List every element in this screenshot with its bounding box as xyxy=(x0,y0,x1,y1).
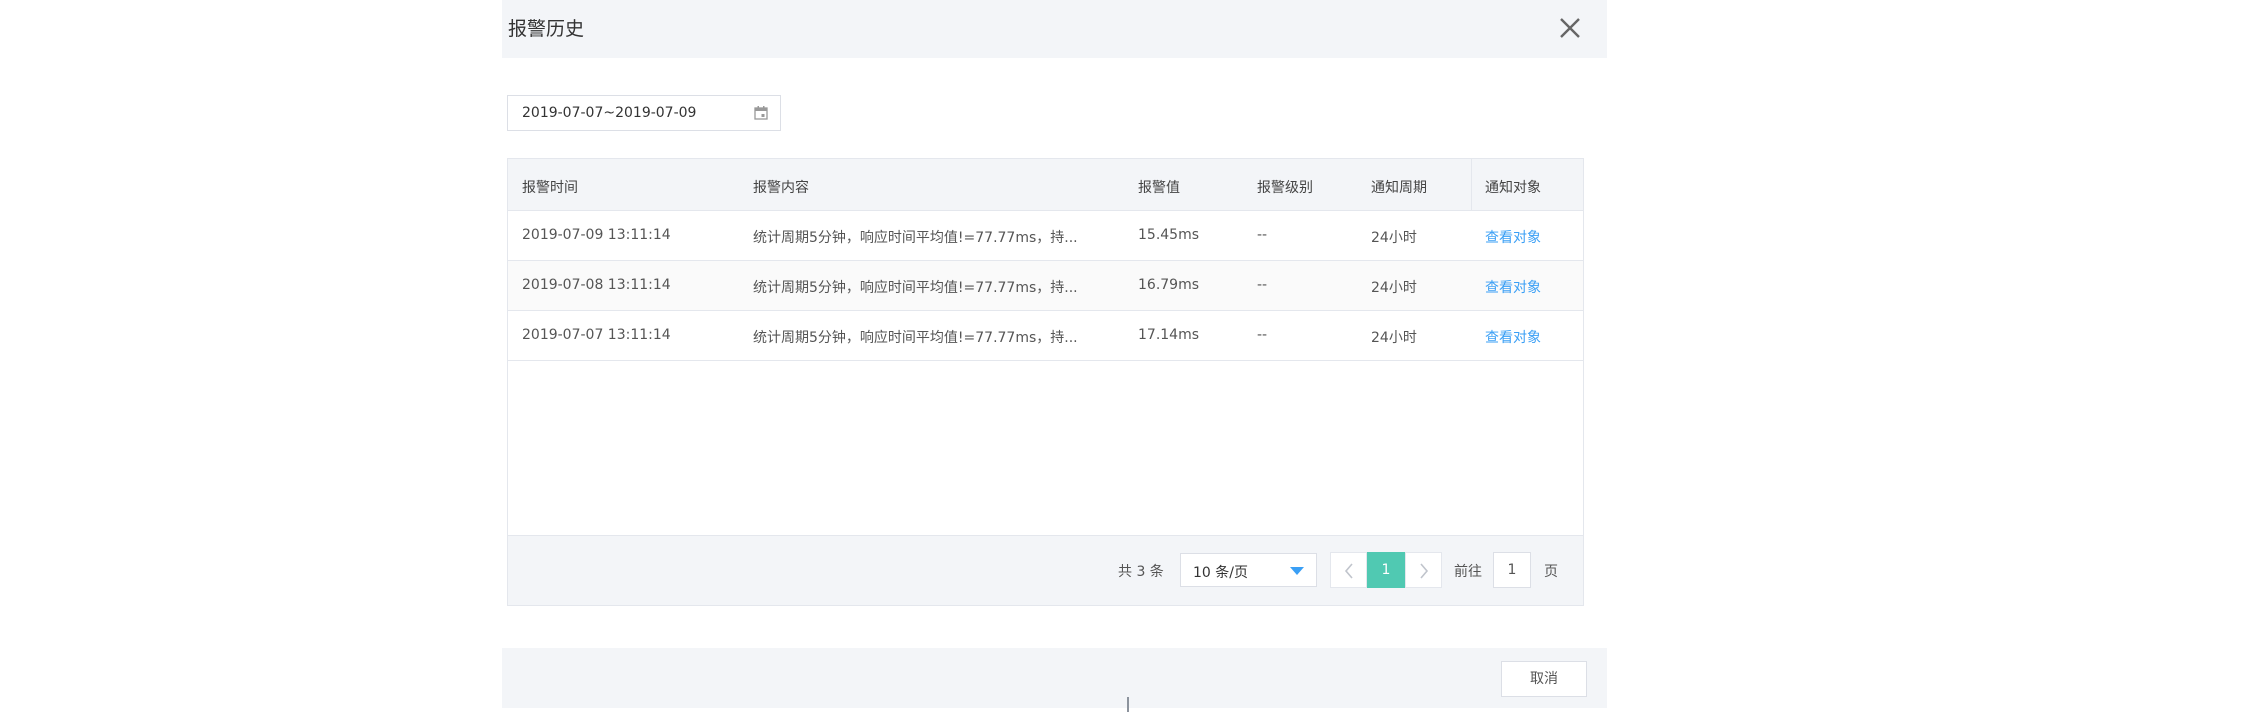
header-time: 报警时间 xyxy=(522,180,578,196)
header-level: 报警级别 xyxy=(1257,180,1313,196)
dialog-footer: 取消 xyxy=(502,648,1607,708)
chevron-right-icon xyxy=(1420,563,1429,579)
view-target-link[interactable]: 查看对象 xyxy=(1485,327,1541,347)
goto-page-input[interactable]: 1 xyxy=(1493,552,1531,588)
table-row: 2019-07-08 13:11:14 统计周期5分钟，响应时间平均值!=77.… xyxy=(508,261,1583,311)
view-target-link[interactable]: 查看对象 xyxy=(1485,277,1541,297)
cell-time: 2019-07-09 13:11:14 xyxy=(522,227,671,243)
table-row: 2019-07-09 13:11:14 统计周期5分钟，响应时间平均值!=77.… xyxy=(508,211,1583,261)
page-number-1[interactable]: 1 xyxy=(1367,552,1405,588)
cell-value: 16.79ms xyxy=(1138,277,1200,293)
next-page-button[interactable] xyxy=(1405,552,1442,588)
header-content: 报警内容 xyxy=(753,180,809,196)
alarm-history-dialog: 报警历史 2019-07-07~2019-07-09 报警时间 报警内容 报警值… xyxy=(502,0,1607,712)
table-row: 2019-07-07 13:11:14 统计周期5分钟，响应时间平均值!=77.… xyxy=(508,311,1583,361)
caret-down-icon xyxy=(1290,567,1304,575)
cell-value: 17.14ms xyxy=(1138,327,1200,343)
cell-period: 24小时 xyxy=(1371,230,1417,246)
bottom-divider xyxy=(1127,697,1129,712)
close-button[interactable] xyxy=(1557,15,1583,41)
cell-content: 统计周期5分钟，响应时间平均值!=77.77ms，持... xyxy=(753,280,1078,296)
cell-level: -- xyxy=(1257,227,1268,243)
cell-value: 15.45ms xyxy=(1138,227,1200,243)
cell-period: 24小时 xyxy=(1371,280,1417,296)
cell-level: -- xyxy=(1257,327,1268,343)
pagination: 共 3 条 10 条/页 1 前往 1 页 xyxy=(508,535,1583,605)
calendar-icon xyxy=(754,106,768,120)
dialog-title: 报警历史 xyxy=(508,18,585,40)
date-range-picker[interactable]: 2019-07-07~2019-07-09 xyxy=(507,95,781,131)
cell-content: 统计周期5分钟，响应时间平均值!=77.77ms，持... xyxy=(753,230,1078,246)
page-size-value: 10 条/页 xyxy=(1193,565,1248,581)
table-header: 报警时间 报警内容 报警值 报警级别 通知周期 通知对象 xyxy=(508,159,1583,211)
date-range-value: 2019-07-07~2019-07-09 xyxy=(522,105,697,121)
view-target-link[interactable]: 查看对象 xyxy=(1485,227,1541,247)
alarm-table: 报警时间 报警内容 报警值 报警级别 通知周期 通知对象 2019-07-09 … xyxy=(507,158,1584,606)
header-value: 报警值 xyxy=(1138,180,1180,196)
header-period: 通知周期 xyxy=(1371,180,1427,196)
cell-content: 统计周期5分钟，响应时间平均值!=77.77ms，持... xyxy=(753,330,1078,346)
cell-time: 2019-07-07 13:11:14 xyxy=(522,327,671,343)
chevron-left-icon xyxy=(1344,563,1353,579)
cancel-button[interactable]: 取消 xyxy=(1501,661,1587,697)
dialog-header: 报警历史 xyxy=(502,0,1607,58)
page-size-select[interactable]: 10 条/页 xyxy=(1180,553,1317,587)
prev-page-button[interactable] xyxy=(1330,552,1367,588)
header-target: 通知对象 xyxy=(1485,180,1541,196)
page-suffix: 页 xyxy=(1544,564,1558,580)
cell-time: 2019-07-08 13:11:14 xyxy=(522,277,671,293)
cell-level: -- xyxy=(1257,277,1268,293)
cell-period: 24小时 xyxy=(1371,330,1417,346)
total-count: 共 3 条 xyxy=(1118,564,1164,580)
header-divider xyxy=(1471,159,1472,211)
close-icon xyxy=(1560,18,1580,38)
goto-label: 前往 xyxy=(1454,564,1482,580)
